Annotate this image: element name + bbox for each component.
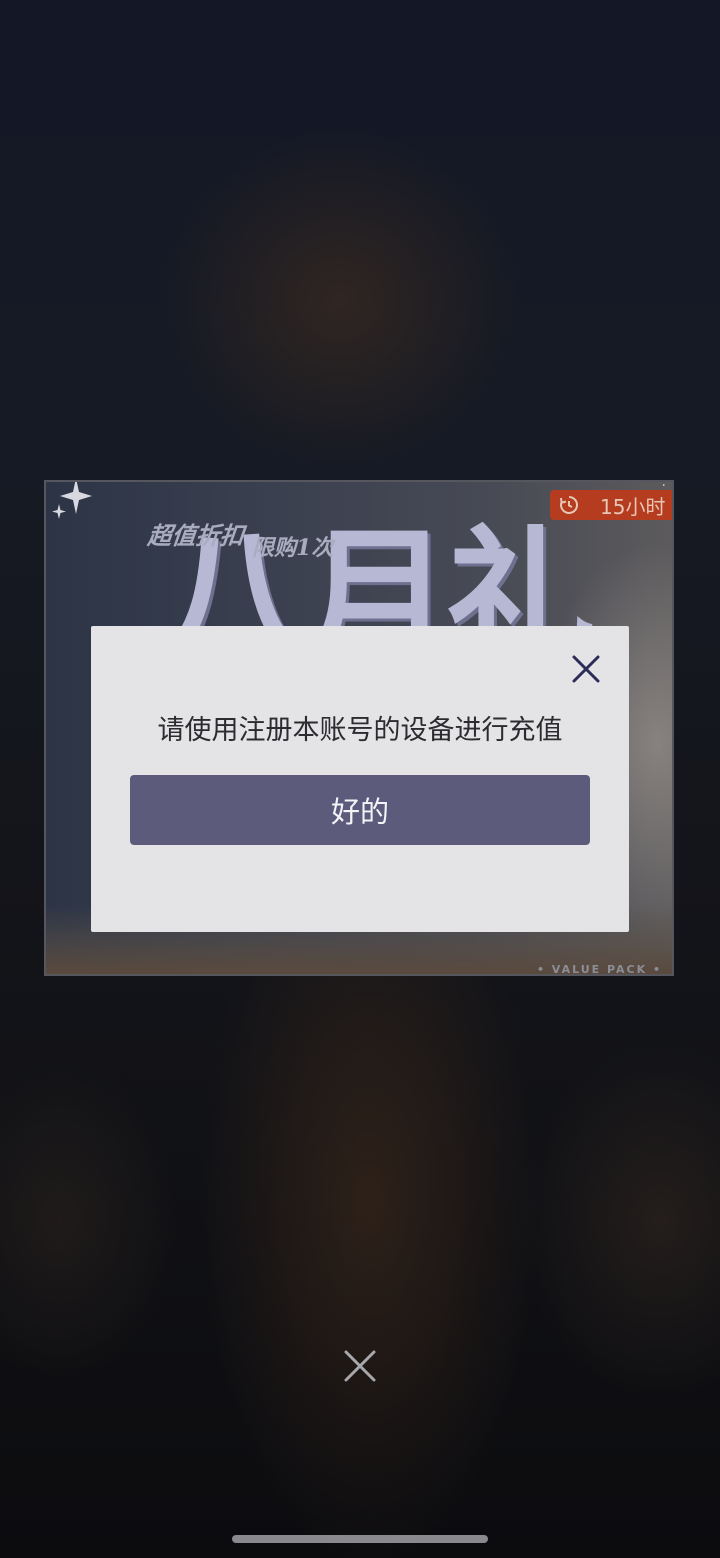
timer-text: 15小时 (600, 494, 666, 519)
close-icon[interactable] (569, 652, 603, 686)
promo-subtitle-discount: 超值折扣 (146, 521, 246, 550)
close-icon[interactable] (342, 1348, 378, 1384)
screen: 八月礼包 超值折扣 限购1次 15小时 · • VALUE PACK • 请使用… (0, 0, 720, 1558)
dialog-message: 请使用注册本账号的设备进行充值 (157, 715, 563, 746)
corner-dot: · (661, 480, 666, 494)
timer-badge: 15小时 (550, 490, 672, 520)
home-indicator[interactable] (232, 1535, 488, 1543)
promo-subtitle-limit: 限购1次 (252, 535, 334, 561)
recharge-device-dialog: 请使用注册本账号的设备进行充值 好的 (91, 626, 629, 932)
value-pack-label: • VALUE PACK • (536, 963, 662, 976)
sparkle-icon (52, 482, 92, 519)
clock-icon (560, 496, 578, 514)
confirm-button[interactable]: 好的 (130, 775, 590, 845)
